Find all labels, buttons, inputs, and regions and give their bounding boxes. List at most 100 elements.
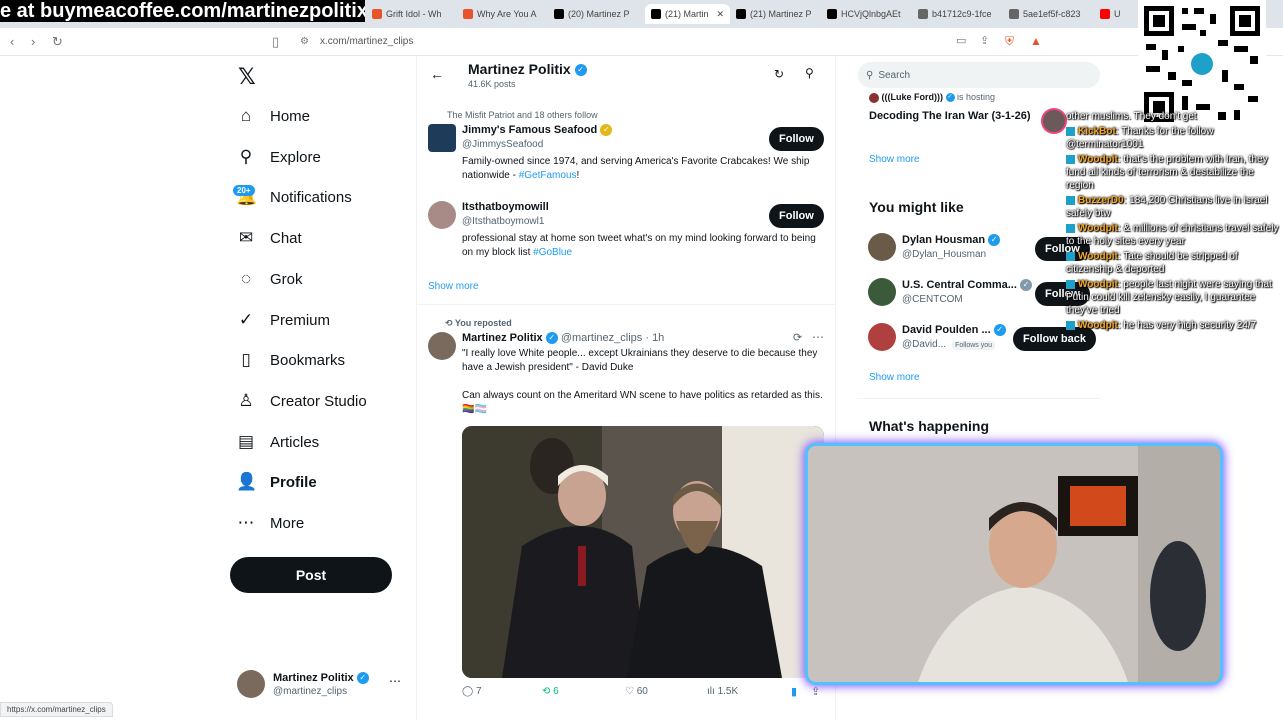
avatar[interactable] — [868, 233, 896, 261]
browser-tab[interactable]: (21) Martinez P — [736, 4, 821, 24]
heart-icon: ♡ — [625, 686, 637, 697]
chat-text: : he has very high security 24/7 — [1117, 320, 1257, 331]
search-icon[interactable]: ⚲ — [805, 66, 814, 80]
nav-item-home[interactable]: ⌂ Home — [236, 101, 310, 131]
nav-item-grok[interactable]: ◌ Grok — [236, 264, 303, 294]
post-button[interactable]: Post — [230, 557, 392, 593]
person-name[interactable]: David Poulden ... ✓ — [902, 324, 1006, 337]
articles-icon: ▤ — [237, 432, 255, 451]
chat-username: Woodpit — [1078, 279, 1118, 290]
person-name[interactable]: U.S. Central Comma... ✓ — [902, 279, 1032, 292]
nav-item-bookmarks[interactable]: ▯ Bookmarks — [236, 345, 345, 375]
nav-item-creator-studio[interactable]: ♙ Creator Studio — [236, 386, 366, 416]
tweet-image[interactable] — [462, 426, 824, 678]
bookmark-icon[interactable]: ▮ — [791, 685, 797, 698]
premium-icon: ✓ — [238, 310, 254, 329]
browser-tab[interactable]: Grift Idol - Wh — [372, 4, 457, 24]
browser-tab[interactable]: (20) Martinez P — [554, 4, 639, 24]
tweet-handle[interactable]: @martinez_clips — [561, 332, 642, 344]
account-name: Martinez Politix — [273, 672, 354, 684]
qr-code — [1138, 0, 1266, 128]
search-placeholder: Search — [878, 69, 911, 81]
hashtag-link[interactable]: #GoBlue — [533, 247, 572, 258]
suggestion-bio: Family-owned since 1974, and serving Ame… — [462, 156, 810, 181]
chat-message: Woodpit: & millions of christians travel… — [1066, 222, 1283, 248]
x-logo-icon[interactable]: 𝕏 — [238, 64, 256, 90]
notifications-badge: 20+ — [233, 185, 255, 196]
nav-item-explore[interactable]: ⚲ Explore — [236, 142, 321, 172]
browser-tab[interactable]: 5ae1ef5f-c823 — [1009, 4, 1094, 24]
repost-action[interactable]: ⟲ 6 — [542, 686, 559, 697]
show-more-link[interactable]: Show more — [869, 372, 920, 383]
views-action[interactable]: ılı 1.5K — [707, 686, 738, 697]
verified-icon: ✓ — [545, 332, 558, 345]
account-switcher[interactable]: Martinez Politix ✓ @martinez_clips ⋯ — [237, 670, 407, 702]
post-count: 41.6K posts — [468, 79, 516, 89]
chat-badge-icon — [1066, 126, 1075, 136]
account-more-icon[interactable]: ⋯ — [389, 674, 401, 688]
nav-item-more[interactable]: ⋯ More — [236, 508, 305, 538]
refresh-icon[interactable]: ↻ — [774, 67, 784, 81]
forward-icon[interactable]: › — [31, 34, 35, 49]
browser-tab[interactable]: HCVjQlnbgAEt — [827, 4, 912, 24]
grok-icon[interactable]: ⟳ — [793, 331, 802, 344]
reload-icon[interactable]: ↻ — [52, 34, 63, 50]
share-icon[interactable]: ⇪ — [811, 685, 820, 698]
follow-button[interactable]: Follow — [769, 204, 824, 228]
nav-item-premium[interactable]: ✓ Premium — [236, 305, 330, 335]
space-host[interactable]: (((Luke Ford))) ✓ is hosting — [869, 92, 995, 103]
url-field[interactable]: x.com/martinez_clips — [320, 36, 413, 47]
reply-action[interactable]: ◯ 7 — [462, 686, 482, 697]
avatar[interactable] — [868, 323, 896, 351]
search-input[interactable]: ⚲ Search — [858, 62, 1100, 88]
site-info-icon[interactable]: ⚙ — [300, 36, 309, 47]
avatar[interactable] — [868, 278, 896, 306]
main-column: ← Martinez Politix ✓ 41.6K posts ↻ ⚲ The… — [416, 56, 836, 720]
tweet-more-icon[interactable]: ⋯ — [812, 330, 824, 344]
chat-message: KickBot: Thanks for the follow @terminat… — [1066, 125, 1283, 151]
webcam-overlay — [808, 446, 1220, 682]
show-more-link[interactable]: Show more — [869, 154, 920, 165]
verified-icon: ✓ — [574, 64, 587, 77]
hashtag-link[interactable]: #GetFamous — [519, 170, 577, 181]
share-icon[interactable]: ⇪ — [980, 34, 989, 47]
profile-icon: 👤 — [236, 472, 258, 491]
nav-item-profile[interactable]: 👤 Profile — [236, 467, 317, 497]
space-title[interactable]: Decoding The Iran War (3-1-26) — [869, 110, 1031, 122]
cast-icon[interactable]: ▭ — [956, 34, 966, 47]
divider — [858, 398, 1100, 399]
tweet-author[interactable]: Martinez Politix — [462, 332, 543, 344]
nav-item-label: Profile — [270, 473, 317, 491]
nav-item-label: Bookmarks — [270, 351, 346, 369]
creator-icon: ♙ — [238, 391, 254, 410]
bookmark-page-icon[interactable]: ▯ — [272, 34, 279, 50]
nav-item-chat[interactable]: ✉ Chat — [236, 223, 302, 253]
close-tab-icon[interactable]: ✕ — [716, 9, 724, 20]
back-arrow-icon[interactable]: ← — [430, 66, 444, 82]
show-more-link[interactable]: Show more — [428, 281, 479, 292]
brave-rewards-icon[interactable]: ▲ — [1030, 34, 1042, 48]
tab-label: U — [1114, 9, 1121, 19]
suggestion-name[interactable]: Jimmy's Famous Seafood — [462, 124, 597, 136]
whats-happening-heading: What's happening — [869, 418, 989, 434]
brave-shield-icon[interactable]: ⛨ — [1005, 34, 1014, 49]
suggestion-name[interactable]: Itsthatboymowill — [462, 201, 549, 213]
person-name[interactable]: Dylan Housman ✓ — [902, 234, 1001, 247]
follow-button[interactable]: Follow — [769, 127, 824, 151]
browser-tab[interactable]: Why Are You A — [463, 4, 548, 24]
back-icon[interactable]: ‹ — [10, 34, 14, 49]
chat-badge-icon — [1066, 320, 1075, 330]
space-avatar[interactable] — [1043, 110, 1065, 132]
avatar[interactable] — [428, 124, 456, 152]
tab-label: (21) Martin — [665, 9, 709, 19]
avatar[interactable] — [428, 201, 456, 229]
nav-item-label: Chat — [270, 229, 302, 247]
avatar[interactable] — [428, 332, 456, 360]
browser-tab[interactable]: (21) Martin ✕ — [645, 4, 730, 24]
chat-username: Woodpit — [1078, 251, 1118, 262]
like-action[interactable]: ♡ 60 — [625, 686, 648, 697]
tweet-time[interactable]: · 1h — [645, 332, 664, 344]
browser-tab[interactable]: b41712c9-1fce — [918, 4, 1003, 24]
bookmark-icon: ▯ — [241, 350, 251, 369]
nav-item-articles[interactable]: ▤ Articles — [236, 427, 319, 457]
